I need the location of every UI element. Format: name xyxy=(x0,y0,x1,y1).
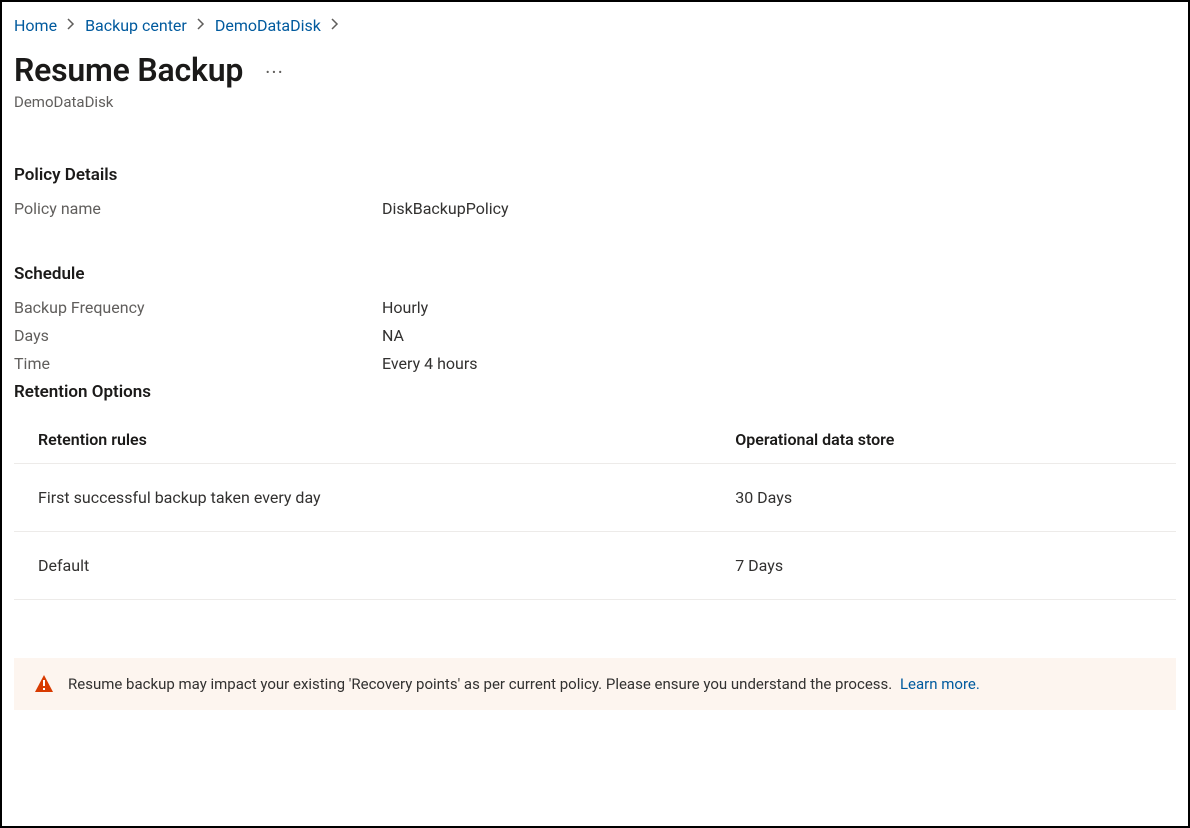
days-label: Days xyxy=(14,326,382,345)
policy-details-heading: Policy Details xyxy=(14,165,1176,185)
warning-banner: Resume backup may impact your existing '… xyxy=(14,658,1176,710)
backup-frequency-value: Hourly xyxy=(382,298,428,317)
table-row: Default 7 Days xyxy=(14,532,1176,600)
time-label: Time xyxy=(14,354,382,373)
warning-text: Resume backup may impact your existing '… xyxy=(68,675,980,693)
breadcrumb: Home Backup center DemoDataDisk xyxy=(14,16,1176,35)
retention-rule: Default xyxy=(14,532,711,600)
retention-col-store: Operational data store xyxy=(711,420,1176,464)
schedule-heading: Schedule xyxy=(14,264,1176,284)
policy-name-value: DiskBackupPolicy xyxy=(382,199,509,218)
retention-col-rules: Retention rules xyxy=(14,420,711,464)
chevron-right-icon xyxy=(197,18,205,34)
policy-name-label: Policy name xyxy=(14,199,382,218)
chevron-right-icon xyxy=(331,18,339,34)
page-title: Resume Backup xyxy=(14,51,243,89)
learn-more-link[interactable]: Learn more. xyxy=(900,675,980,693)
chevron-right-icon xyxy=(67,18,75,34)
days-value: NA xyxy=(382,326,404,345)
retention-table: Retention rules Operational data store F… xyxy=(14,420,1176,600)
page-subtitle: DemoDataDisk xyxy=(14,93,1176,111)
warning-icon xyxy=(34,674,54,694)
retention-rule: First successful backup taken every day xyxy=(14,464,711,532)
breadcrumb-demodatadisk[interactable]: DemoDataDisk xyxy=(215,16,321,35)
breadcrumb-home[interactable]: Home xyxy=(14,16,57,35)
backup-frequency-label: Backup Frequency xyxy=(14,298,382,317)
retention-store: 7 Days xyxy=(711,532,1176,600)
retention-store: 30 Days xyxy=(711,464,1176,532)
more-icon[interactable]: ··· xyxy=(265,62,284,82)
time-value: Every 4 hours xyxy=(382,354,478,373)
retention-heading: Retention Options xyxy=(14,382,1176,402)
breadcrumb-backup-center[interactable]: Backup center xyxy=(85,16,187,35)
table-row: First successful backup taken every day … xyxy=(14,464,1176,532)
